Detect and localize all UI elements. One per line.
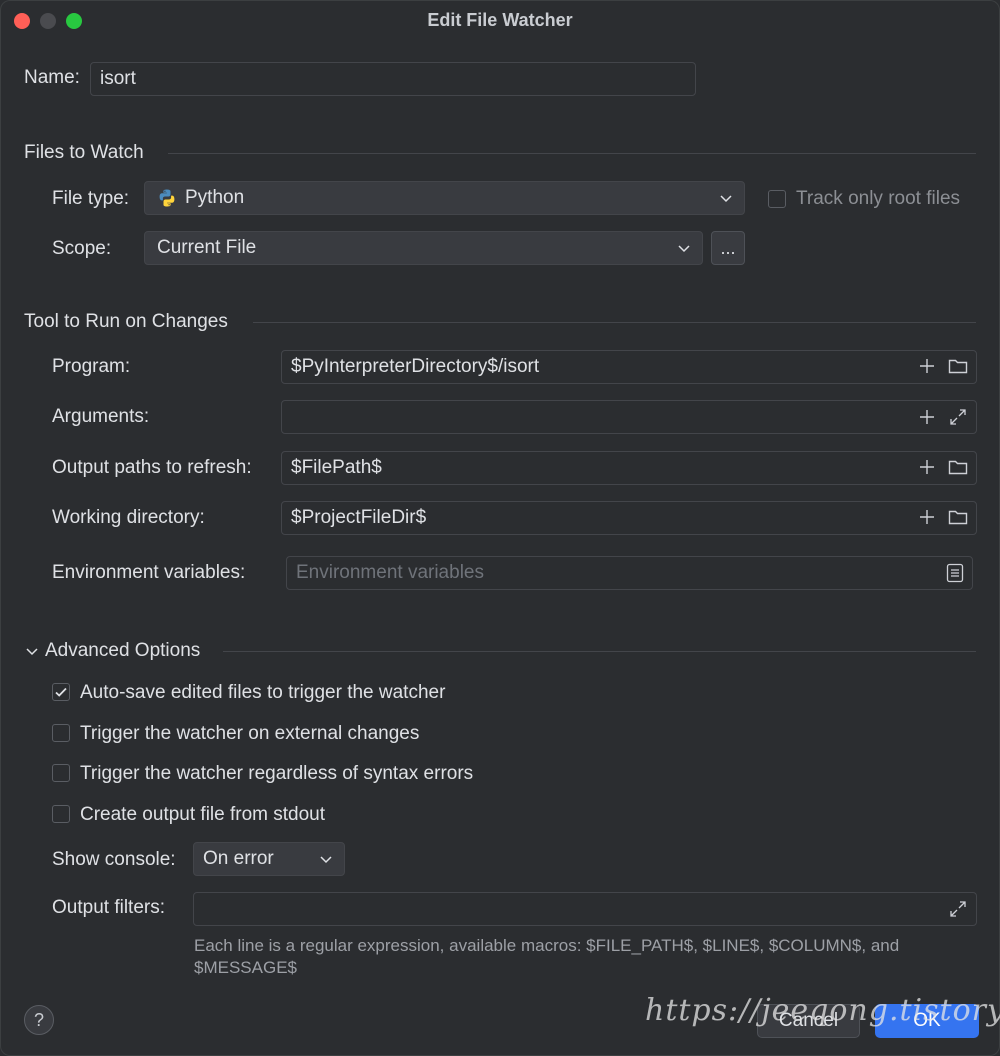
window-title: Edit File Watcher (427, 9, 573, 30)
scope-more-button[interactable]: ... (711, 231, 745, 265)
scope-label: Scope: (52, 238, 112, 259)
working-dir-actions (918, 508, 968, 526)
scope-select[interactable]: Current File (144, 231, 703, 265)
watermark-text: https://jeeqong.tistory.com (645, 993, 1000, 1028)
working-dir-input[interactable]: $ProjectFileDir$ (281, 501, 977, 535)
show-console-label: Show console: (52, 849, 176, 870)
file-type-value: Python (185, 187, 245, 208)
track-root-label: Track only root files (796, 188, 961, 209)
arguments-actions (918, 407, 968, 427)
output-paths-input[interactable]: $FilePath$ (281, 451, 977, 485)
program-label: Program: (52, 356, 131, 377)
working-dir-label: Working directory: (52, 507, 205, 528)
minimize-window-button[interactable] (40, 13, 56, 29)
tool-heading: Tool to Run on Changes (24, 311, 228, 332)
help-label: ? (33, 1009, 44, 1030)
name-label: Name: (24, 67, 80, 88)
plus-icon[interactable] (918, 508, 936, 526)
help-button[interactable]: ? (24, 1005, 54, 1035)
chevron-down-icon (318, 851, 334, 867)
chevron-down-icon (676, 240, 692, 256)
folder-icon[interactable] (948, 508, 968, 526)
env-input[interactable]: Environment variables (286, 556, 973, 590)
external-changes-checkbox[interactable] (52, 724, 70, 742)
expand-icon[interactable] (948, 407, 968, 427)
window-controls (14, 13, 82, 29)
syntax-errors-label: Trigger the watcher regardless of syntax… (80, 763, 474, 784)
program-value: $PyInterpreterDirectory$/isort (291, 356, 540, 377)
arguments-input[interactable] (281, 400, 977, 434)
show-console-value: On error (203, 848, 274, 869)
folder-icon[interactable] (948, 458, 968, 476)
advanced-options-toggle[interactable]: Advanced Options (45, 640, 200, 662)
scope-more-label: ... (720, 237, 736, 258)
output-filters-input[interactable] (193, 892, 977, 926)
check-icon (55, 687, 67, 697)
program-actions (918, 357, 968, 375)
scope-value: Current File (157, 237, 257, 258)
python-icon (157, 188, 177, 208)
file-type-label: File type: (52, 188, 130, 209)
env-label: Environment variables: (52, 562, 246, 583)
output-filters-label: Output filters: (52, 897, 165, 918)
output-filters-hint: Each line is a regular expression, avail… (194, 936, 900, 977)
name-value: isort (100, 68, 136, 89)
edit-file-watcher-dialog: Edit File Watcher Name: isort Files to W… (0, 0, 1000, 1056)
syntax-errors-checkbox[interactable] (52, 764, 70, 782)
chevron-down-icon (718, 190, 734, 206)
show-console-select[interactable]: On error (193, 842, 345, 876)
files-to-watch-separator (168, 153, 976, 154)
auto-save-checkbox[interactable] (52, 683, 70, 701)
output-paths-actions (918, 458, 968, 476)
track-root-checkbox[interactable] (768, 190, 786, 208)
output-paths-value: $FilePath$ (291, 457, 382, 478)
external-changes-label: Trigger the watcher on external changes (80, 723, 420, 744)
plus-icon[interactable] (918, 458, 936, 476)
expand-icon[interactable] (948, 899, 968, 919)
file-type-select[interactable]: Python (144, 181, 745, 215)
output-paths-label: Output paths to refresh: (52, 457, 252, 478)
tool-separator (253, 322, 976, 323)
stdout-output-checkbox[interactable] (52, 805, 70, 823)
chevron-down-icon[interactable] (24, 643, 40, 659)
env-actions (946, 563, 964, 583)
env-placeholder: Environment variables (296, 562, 484, 583)
advanced-separator (223, 651, 976, 652)
title-bar: Edit File Watcher (0, 0, 1000, 40)
zoom-window-button[interactable] (66, 13, 82, 29)
program-input[interactable]: $PyInterpreterDirectory$/isort (281, 350, 977, 384)
stdout-output-label: Create output file from stdout (80, 804, 326, 825)
close-window-button[interactable] (14, 13, 30, 29)
plus-icon[interactable] (918, 357, 936, 375)
output-filters-actions (948, 899, 968, 919)
name-input[interactable]: isort (90, 62, 696, 96)
working-dir-value: $ProjectFileDir$ (291, 507, 427, 528)
arguments-label: Arguments: (52, 406, 150, 427)
list-icon[interactable] (946, 563, 964, 583)
folder-icon[interactable] (948, 357, 968, 375)
auto-save-label: Auto-save edited files to trigger the wa… (80, 682, 446, 703)
files-to-watch-heading: Files to Watch (24, 142, 144, 163)
plus-icon[interactable] (918, 408, 936, 426)
